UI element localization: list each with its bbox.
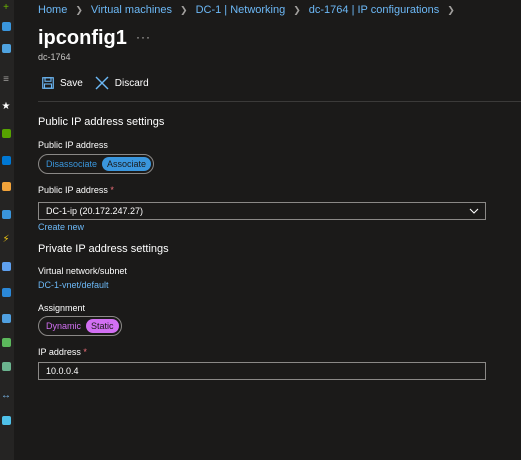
breadcrumb-virtual-machines[interactable]: Virtual machines xyxy=(91,4,172,16)
assignment-label: Assignment xyxy=(38,303,86,313)
plus-icon[interactable]: + xyxy=(0,2,12,14)
dynamic-option[interactable]: Dynamic xyxy=(41,319,86,333)
public-ip-section-heading: Public IP address settings xyxy=(38,116,165,128)
storage-icon[interactable] xyxy=(0,360,12,372)
star-icon[interactable]: ★ xyxy=(0,101,12,113)
breadcrumb-vm-networking[interactable]: DC-1 | Networking xyxy=(196,4,286,16)
resource-groups-icon[interactable] xyxy=(0,154,12,166)
static-option[interactable]: Static xyxy=(86,319,119,333)
main-panel: Home ❯ Virtual machines ❯ DC-1 | Network… xyxy=(14,0,521,460)
save-button[interactable]: Save xyxy=(42,77,83,89)
app-services-icon[interactable] xyxy=(0,208,12,220)
chevron-down-icon xyxy=(469,208,479,214)
public-ip-association-toggle: Disassociate Associate xyxy=(38,154,155,174)
ip-address-label-text: IP address xyxy=(38,347,81,357)
chevron-right-icon: ❯ xyxy=(180,4,188,15)
vnet-subnet-label: Virtual network/subnet xyxy=(38,266,127,276)
chevron-right-icon: ❯ xyxy=(75,4,83,15)
assignment-toggle: Dynamic Static xyxy=(38,316,122,336)
public-ip-select-label: Public IP address * xyxy=(38,185,114,195)
breadcrumb-home[interactable]: Home xyxy=(38,4,67,16)
toolbar-divider xyxy=(38,101,521,102)
public-ip-toggle-label: Public IP address xyxy=(38,140,108,150)
private-ip-section-heading: Private IP address settings xyxy=(38,243,169,255)
disassociate-option[interactable]: Disassociate xyxy=(41,157,102,171)
dashboard-icon[interactable] xyxy=(0,42,12,54)
virtual-network-icon[interactable]: ↔ xyxy=(0,390,12,402)
chevron-right-icon: ❯ xyxy=(447,4,455,15)
command-bar: Save Discard xyxy=(42,76,161,90)
close-icon xyxy=(95,76,109,90)
quickstart-icon[interactable] xyxy=(0,180,12,192)
entra-icon[interactable] xyxy=(0,414,12,426)
create-new-link[interactable]: Create new xyxy=(38,222,84,232)
public-ip-dropdown[interactable]: DC-1-ip (20.172.247.27) xyxy=(38,202,486,220)
required-marker: * xyxy=(110,185,114,195)
ip-address-label: IP address * xyxy=(38,347,87,357)
breadcrumb: Home ❯ Virtual machines ❯ DC-1 | Network… xyxy=(38,3,463,17)
virtual-machines-icon[interactable] xyxy=(0,312,12,324)
sql-icon[interactable] xyxy=(0,260,12,272)
all-resources-icon[interactable] xyxy=(0,127,12,139)
load-balancer-icon[interactable] xyxy=(0,336,12,348)
save-label: Save xyxy=(60,77,83,89)
function-app-icon[interactable]: ⚡ xyxy=(0,234,12,246)
left-navigation: + ≡ ★ ⚡ ↔ xyxy=(0,0,14,460)
home-icon[interactable] xyxy=(0,20,12,32)
cosmos-icon[interactable] xyxy=(0,286,12,298)
public-ip-dropdown-value: DC-1-ip (20.172.247.27) xyxy=(46,206,144,216)
vnet-subnet-link[interactable]: DC-1-vnet/default xyxy=(38,280,109,290)
required-marker: * xyxy=(83,347,87,357)
more-options-button[interactable]: ··· xyxy=(136,30,151,44)
discard-label: Discard xyxy=(114,77,149,89)
page-subtitle: dc-1764 xyxy=(38,52,71,62)
page-title: ipconfig1 xyxy=(38,27,127,49)
menu-icon[interactable]: ≡ xyxy=(0,74,12,86)
chevron-right-icon: ❯ xyxy=(293,4,301,15)
public-ip-select-label-text: Public IP address xyxy=(38,185,108,195)
ip-address-value: 10.0.0.4 xyxy=(46,366,79,376)
ip-address-input[interactable]: 10.0.0.4 xyxy=(38,362,486,380)
associate-option[interactable]: Associate xyxy=(102,157,152,171)
save-icon xyxy=(42,77,54,89)
breadcrumb-nic-ip-configurations[interactable]: dc-1764 | IP configurations xyxy=(309,4,439,16)
discard-button[interactable]: Discard xyxy=(95,76,149,90)
